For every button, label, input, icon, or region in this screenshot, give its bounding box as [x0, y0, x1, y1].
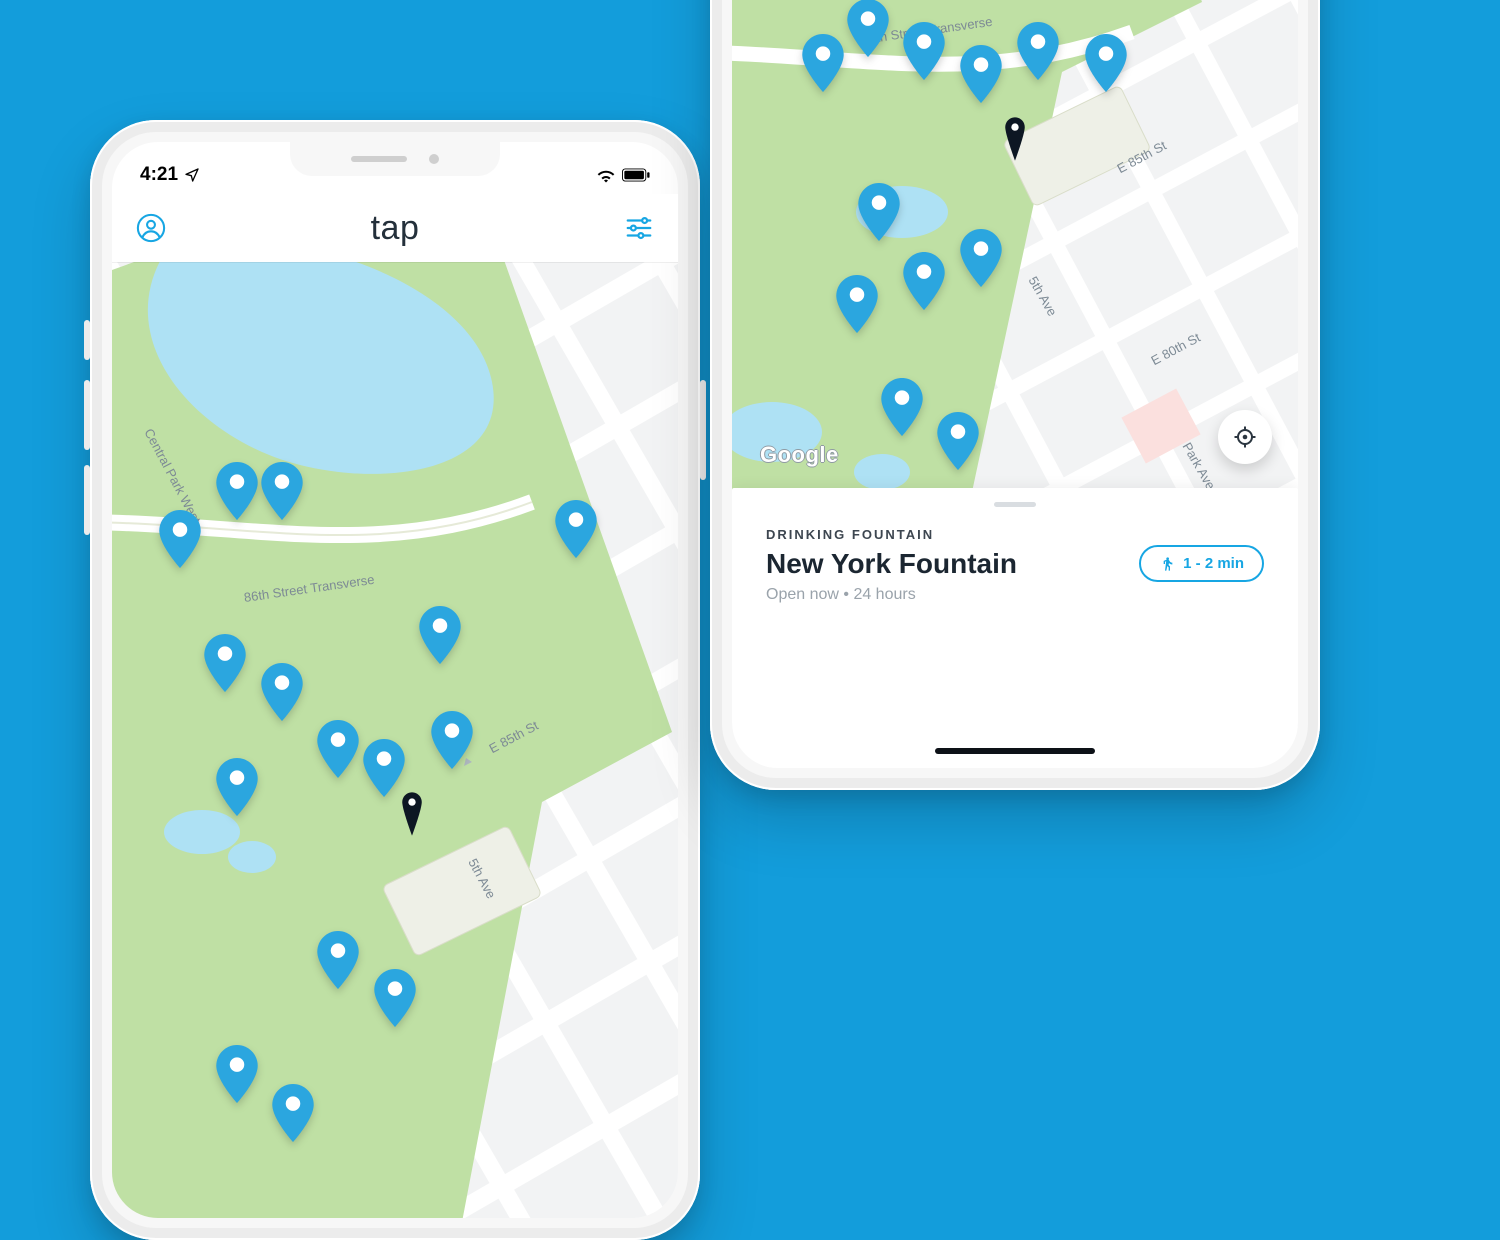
- place-meta: Open now • 24 hours: [766, 586, 1017, 604]
- map-pin[interactable]: [317, 720, 359, 778]
- user-location-pin: [399, 792, 425, 836]
- map-pin[interactable]: [216, 462, 258, 520]
- wifi-icon: [596, 167, 616, 183]
- map-pin[interactable]: [847, 0, 889, 57]
- meta-separator: •: [843, 586, 853, 603]
- map-pin[interactable]: [374, 969, 416, 1027]
- map-pin[interactable]: [903, 22, 945, 80]
- map-pin[interactable]: [937, 412, 979, 470]
- phone-side-button: [84, 465, 90, 535]
- map-pin[interactable]: [272, 1084, 314, 1142]
- map-pin[interactable]: [903, 252, 945, 310]
- map-attribution: Google: [760, 442, 839, 468]
- app-logo: tap: [371, 209, 420, 248]
- phone-notch: [290, 142, 500, 176]
- map-pin[interactable]: [960, 229, 1002, 287]
- home-indicator: [935, 748, 1095, 754]
- battery-icon: [622, 168, 650, 182]
- map-pin[interactable]: [431, 711, 473, 769]
- profile-button[interactable]: [134, 211, 168, 245]
- walk-time-chip[interactable]: 1 - 2 min: [1139, 545, 1264, 582]
- map-view[interactable]: 86th Street Transverse E 85th St E 80th …: [732, 0, 1298, 768]
- map-pin[interactable]: [204, 634, 246, 692]
- place-detail-sheet[interactable]: DRINKING FOUNTAIN New York Fountain Open…: [732, 488, 1298, 768]
- place-hours: 24 hours: [853, 586, 915, 603]
- map-pin[interactable]: [1085, 34, 1127, 92]
- map-pin[interactable]: [836, 275, 878, 333]
- walk-icon: [1159, 556, 1175, 572]
- map-pin[interactable]: [419, 606, 461, 664]
- location-arrow-icon: [184, 167, 200, 183]
- map-pin[interactable]: [216, 758, 258, 816]
- filters-button[interactable]: [622, 211, 656, 245]
- place-category: DRINKING FOUNTAIN: [766, 527, 1017, 542]
- user-location-pin: [1002, 117, 1028, 161]
- map-pin[interactable]: [858, 183, 900, 241]
- status-time: 4:21: [140, 164, 178, 186]
- app-header: tap: [112, 194, 678, 262]
- place-name: New York Fountain: [766, 548, 1017, 580]
- crosshair-icon: [1233, 425, 1257, 449]
- phone-side-button: [700, 380, 706, 480]
- locate-me-button[interactable]: [1218, 410, 1272, 464]
- map-pin[interactable]: [802, 34, 844, 92]
- map-pin[interactable]: [363, 739, 405, 797]
- phone-side-button: [84, 320, 90, 360]
- map-pin[interactable]: [881, 378, 923, 436]
- map-view[interactable]: Central Park West 86th Street Transverse…: [112, 262, 678, 1218]
- phone-mockup-left: 4:21 tap: [90, 120, 700, 1240]
- phone-mockup-right: 86th Street Transverse E 85th St E 80th …: [710, 0, 1320, 790]
- sheet-grabber[interactable]: [994, 502, 1036, 507]
- map-pin[interactable]: [317, 931, 359, 989]
- map-pin[interactable]: [159, 510, 201, 568]
- map-pin[interactable]: [261, 663, 303, 721]
- walk-time-text: 1 - 2 min: [1183, 555, 1244, 572]
- map-pin[interactable]: [555, 500, 597, 558]
- map-pin[interactable]: [960, 45, 1002, 103]
- map-pin[interactable]: [216, 1045, 258, 1103]
- map-pin[interactable]: [261, 462, 303, 520]
- place-open-status: Open now: [766, 586, 839, 603]
- map-pin[interactable]: [1017, 22, 1059, 80]
- phone-side-button: [84, 380, 90, 450]
